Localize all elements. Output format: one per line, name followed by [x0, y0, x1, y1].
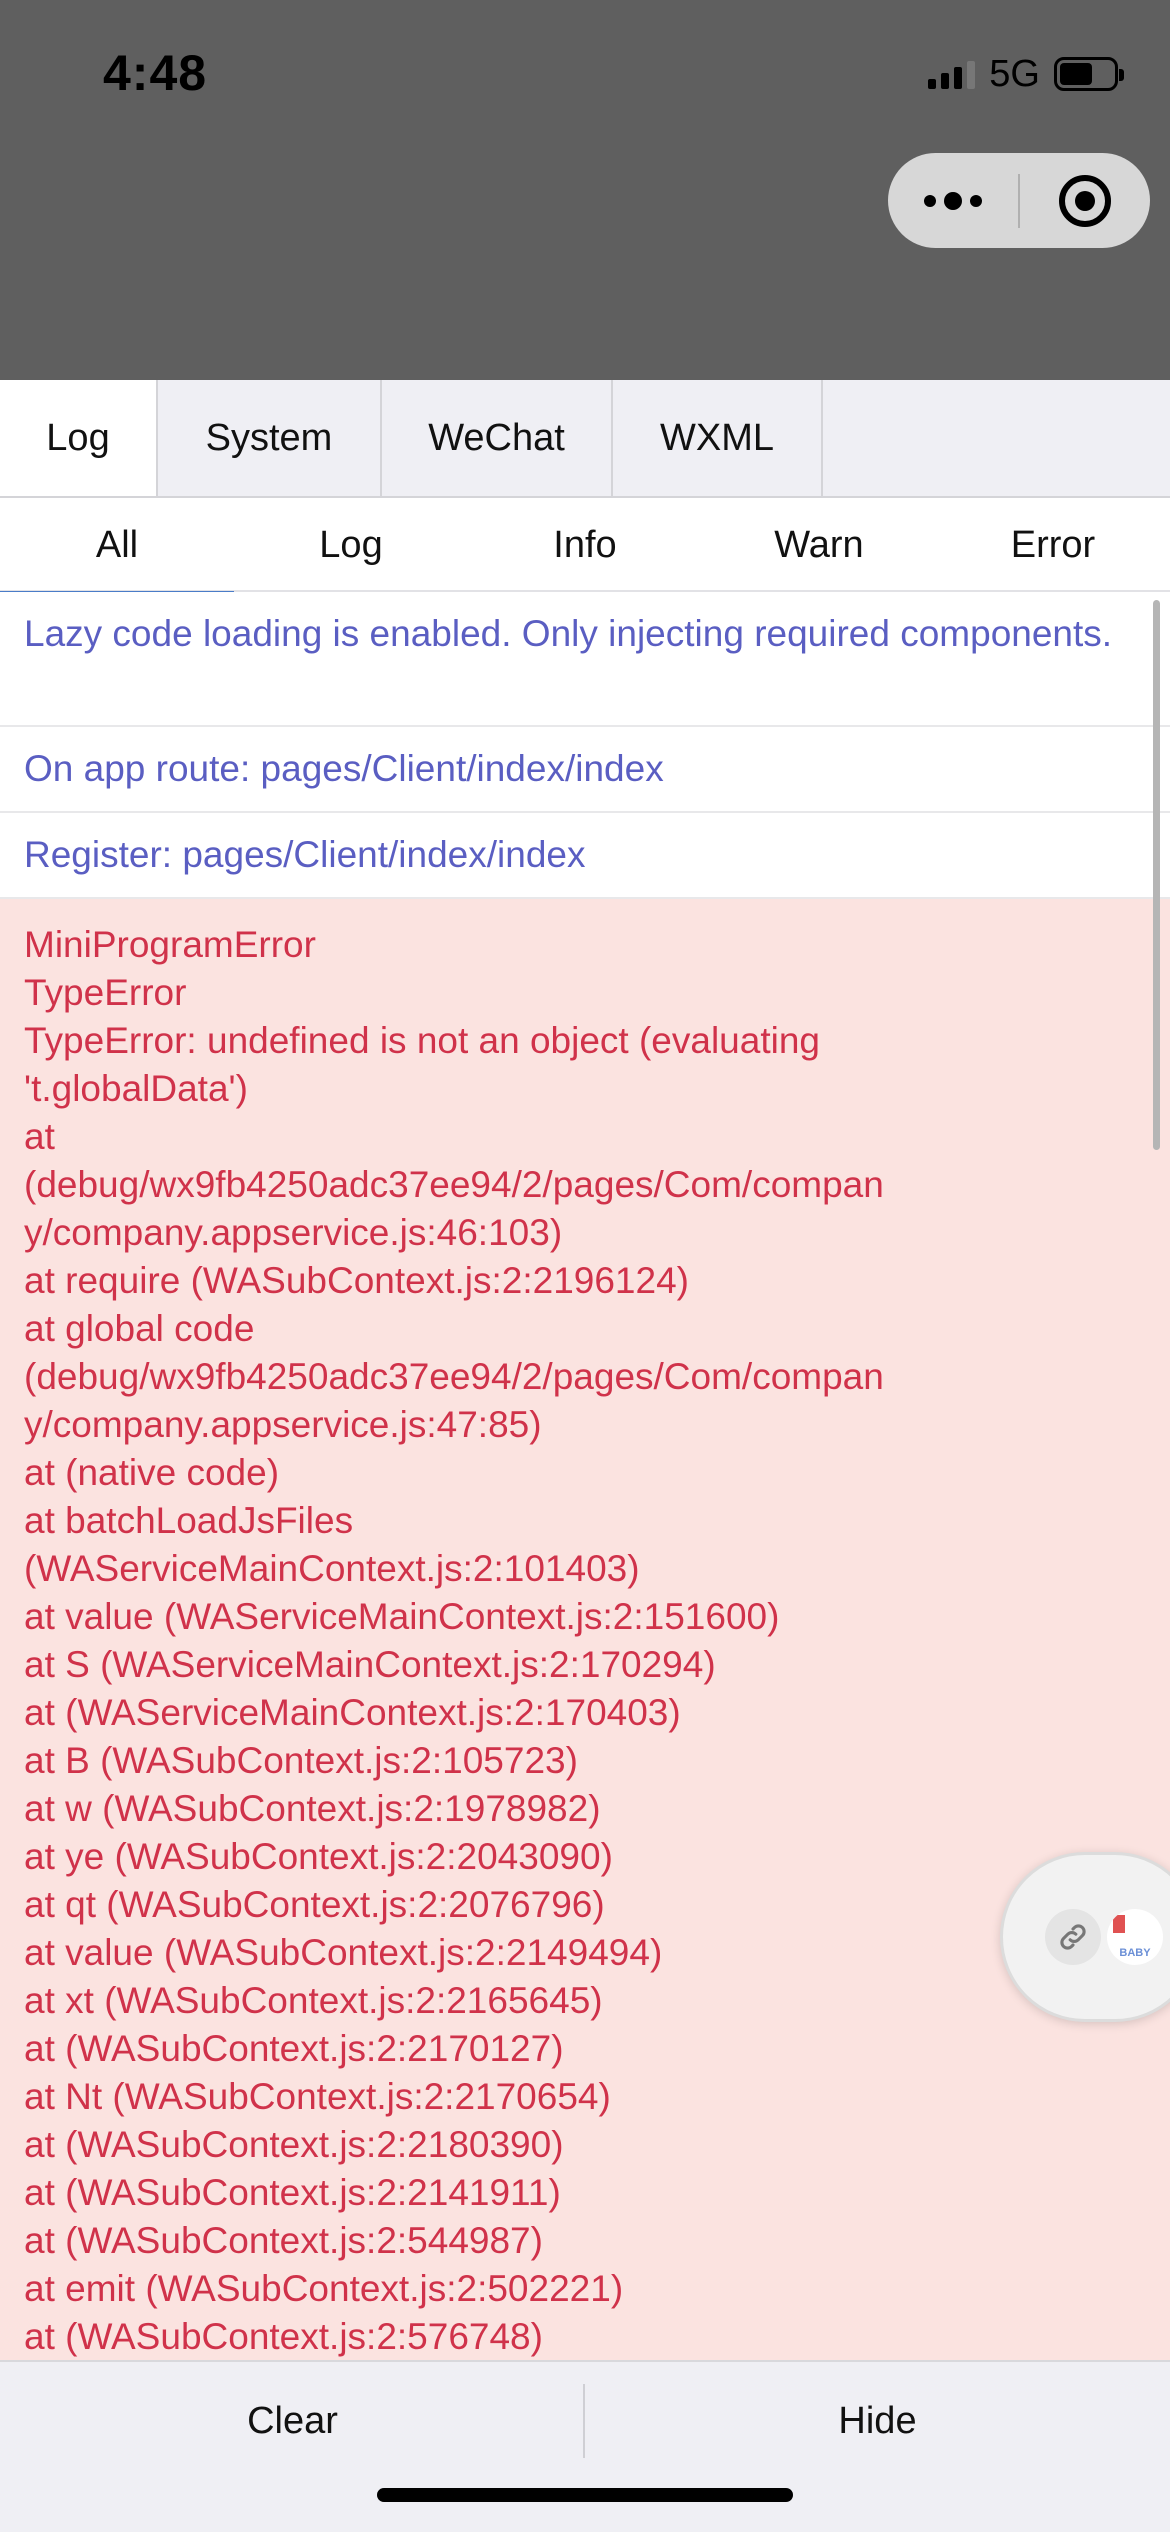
more-button[interactable]: [888, 153, 1018, 248]
tab-log[interactable]: Log: [0, 380, 158, 496]
log-text: On app route: pages/Client/index/index: [24, 748, 664, 789]
status-and-nav-area: 4:48 5G: [0, 0, 1170, 380]
error-line: at value (WASubContext.js:2:2149494): [24, 1932, 663, 1973]
error-line: y/company.appservice.js:46:103): [24, 1212, 563, 1253]
filter-tab-error[interactable]: Error: [936, 498, 1170, 592]
error-line: at (WAServiceMainContext.js:2:170403): [24, 1692, 681, 1733]
log-text: Lazy code loading is enabled. Only injec…: [24, 613, 1113, 654]
error-line: at emit (WASubContext.js:2:502221): [24, 2268, 624, 2309]
error-line: at S (WAServiceMainContext.js:2:170294): [24, 1644, 716, 1685]
status-time: 4:48: [103, 45, 208, 101]
error-line: (debug/wx9fb4250adc37ee94/2/pages/Com/co…: [24, 1164, 884, 1205]
network-type: 5G: [989, 52, 1040, 95]
log-entry: On app route: pages/Client/index/index: [0, 727, 1170, 813]
error-line: y/company.appservice.js:47:85): [24, 1404, 542, 1445]
error-line: at require (WASubContext.js:2:2196124): [24, 1260, 689, 1301]
baby-logo: BABY: [1107, 1909, 1163, 1965]
vconsole-main-tabs: Log System WeChat WXML: [0, 380, 1170, 498]
error-line: at (WASubContext.js:2:576748): [24, 2316, 543, 2357]
filter-tab-warn[interactable]: Warn: [702, 498, 936, 592]
log-entry: Lazy code loading is enabled. Only injec…: [0, 592, 1170, 727]
error-line: 't.globalData'): [24, 1068, 248, 1109]
error-line: (WAServiceMainContext.js:2:101403): [24, 1548, 640, 1589]
error-line: MiniProgramError: [24, 924, 316, 965]
error-line: at xt (WASubContext.js:2:2165645): [24, 1980, 603, 2021]
error-line: at (native code): [24, 1452, 280, 1493]
error-line: at batchLoadJsFiles: [24, 1500, 354, 1541]
tab-wxml[interactable]: WXML: [613, 380, 823, 496]
close-capsule-button[interactable]: [1020, 153, 1150, 248]
link-icon: [1045, 1909, 1101, 1965]
scrollbar[interactable]: [1153, 600, 1160, 1150]
error-line: at qt (WASubContext.js:2:2076796): [24, 1884, 605, 1925]
floating-shortcut-bubble[interactable]: BABY: [1000, 1852, 1170, 2022]
log-list[interactable]: Lazy code loading is enabled. Only injec…: [0, 592, 1170, 2360]
error-line: at value (WAServiceMainContext.js:2:1516…: [24, 1596, 780, 1637]
mini-program-capsule: [888, 153, 1150, 248]
battery-icon: [1054, 57, 1124, 91]
status-indicators: 5G: [928, 52, 1124, 96]
tab-wechat[interactable]: WeChat: [382, 380, 613, 496]
error-line: at: [24, 1116, 55, 1157]
error-line: at Nt (WASubContext.js:2:2170654): [24, 2076, 611, 2117]
error-line: at w (WASubContext.js:2:1978982): [24, 1788, 601, 1829]
error-line: at global code: [24, 1308, 255, 1349]
error-log-entry: MiniProgramError TypeError TypeError: unde…: [0, 899, 1170, 2360]
filter-tab-log[interactable]: Log: [234, 498, 468, 592]
target-icon: [1059, 174, 1111, 227]
more-dots-icon: [924, 191, 982, 210]
error-line: at ye (WASubContext.js:2:2043090): [24, 1836, 613, 1877]
filter-tab-all[interactable]: All: [0, 498, 234, 594]
error-line: TypeError: [24, 972, 187, 1013]
hide-button[interactable]: Hide: [585, 2362, 1170, 2480]
home-indicator: [377, 2488, 793, 2502]
bottom-action-bar: Clear Hide: [0, 2360, 1170, 2532]
log-entry: Register: pages/Client/index/index: [0, 813, 1170, 899]
tab-system[interactable]: System: [158, 380, 382, 496]
error-line: (debug/wx9fb4250adc37ee94/2/pages/Com/co…: [24, 1356, 884, 1397]
error-line: at (WASubContext.js:2:544987): [24, 2220, 543, 2261]
error-line: at (WASubContext.js:2:2170127): [24, 2028, 564, 2069]
clear-button[interactable]: Clear: [0, 2362, 585, 2480]
error-line: at B (WASubContext.js:2:105723): [24, 1740, 578, 1781]
error-line: at (WASubContext.js:2:2180390): [24, 2124, 564, 2165]
log-filter-tabs: All Log Info Warn Error: [0, 498, 1170, 594]
log-text: Register: pages/Client/index/index: [24, 834, 586, 875]
error-line: TypeError: undefined is not an object (e…: [24, 1020, 820, 1061]
filter-tab-info[interactable]: Info: [468, 498, 702, 592]
signal-icon: [928, 59, 976, 89]
error-line: at (WASubContext.js:2:2141911): [24, 2172, 561, 2213]
